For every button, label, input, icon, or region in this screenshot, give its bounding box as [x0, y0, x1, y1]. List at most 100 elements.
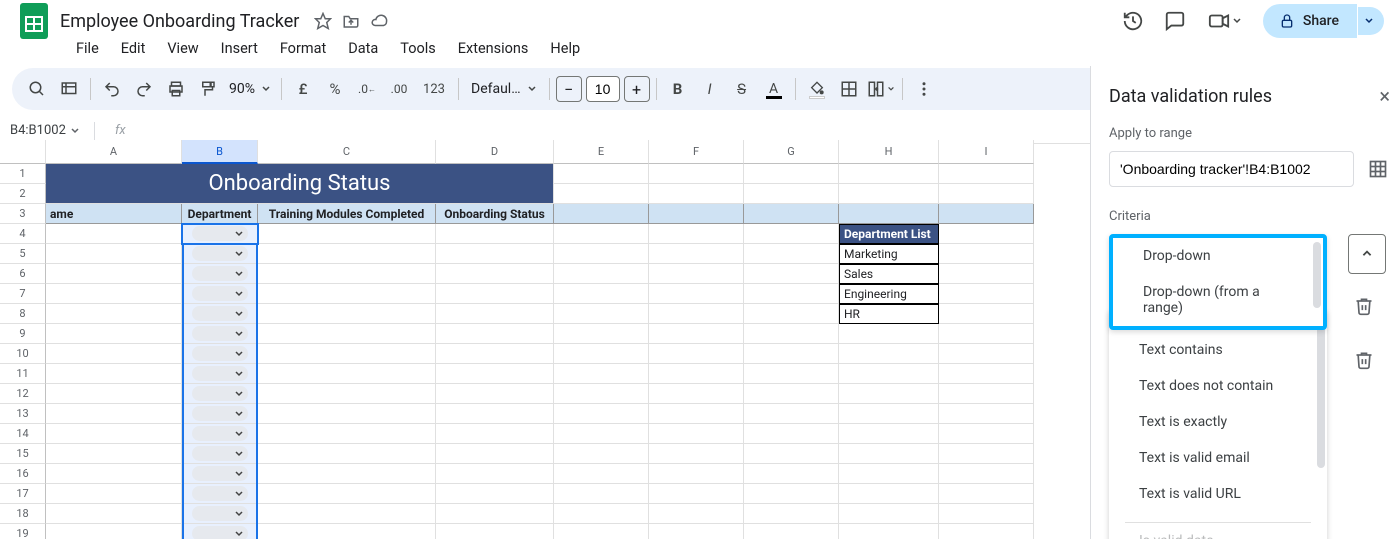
menu-view[interactable]: View — [157, 36, 208, 61]
menu-data[interactable]: Data — [338, 36, 388, 61]
col-header-i[interactable]: I — [939, 140, 1034, 164]
dropdown-chip[interactable] — [192, 346, 248, 361]
cell[interactable] — [744, 204, 839, 224]
cell[interactable] — [436, 424, 554, 444]
cell[interactable] — [258, 224, 436, 244]
search-menus-icon[interactable] — [22, 74, 52, 104]
select-all-corner[interactable] — [0, 140, 46, 164]
cell[interactable] — [744, 344, 839, 364]
cell[interactable] — [744, 244, 839, 264]
dropdown-chip[interactable] — [192, 246, 248, 261]
cell[interactable] — [554, 384, 649, 404]
row-header[interactable]: 11 — [0, 364, 46, 384]
more-formats-button[interactable]: 123 — [416, 74, 452, 104]
row-header[interactable]: 4 — [0, 224, 46, 244]
cell[interactable] — [649, 304, 744, 324]
cell[interactable] — [258, 484, 436, 504]
cell[interactable] — [182, 244, 258, 264]
cell[interactable] — [744, 504, 839, 524]
cell[interactable]: Marketing — [839, 244, 939, 264]
criteria-option-text-exactly[interactable]: Text is exactly — [1109, 404, 1327, 440]
cell[interactable] — [182, 284, 258, 304]
cell[interactable] — [939, 344, 1034, 364]
cell[interactable] — [46, 464, 182, 484]
cell[interactable] — [46, 344, 182, 364]
row-header[interactable]: 6 — [0, 264, 46, 284]
cell[interactable] — [744, 364, 839, 384]
dropdown-chip[interactable] — [192, 226, 248, 241]
cell[interactable] — [46, 364, 182, 384]
cell[interactable] — [649, 464, 744, 484]
cell[interactable] — [744, 404, 839, 424]
cell[interactable]: Department — [182, 204, 258, 224]
fill-color-icon[interactable] — [802, 74, 832, 104]
cell[interactable] — [258, 324, 436, 344]
row-header[interactable]: 3 — [0, 204, 46, 224]
row-header[interactable]: 16 — [0, 464, 46, 484]
cell[interactable] — [436, 224, 554, 244]
cell[interactable] — [839, 424, 939, 444]
cell[interactable] — [554, 524, 649, 539]
cell[interactable] — [744, 484, 839, 504]
row-header[interactable]: 5 — [0, 244, 46, 264]
cell[interactable] — [46, 324, 182, 344]
italic-icon[interactable]: I — [695, 74, 725, 104]
menu-format[interactable]: Format — [270, 36, 336, 61]
cell[interactable] — [46, 484, 182, 504]
cell[interactable] — [258, 304, 436, 324]
cell[interactable] — [554, 184, 649, 204]
row-header[interactable]: 8 — [0, 304, 46, 324]
cell[interactable] — [46, 424, 182, 444]
cell[interactable] — [258, 424, 436, 444]
cell[interactable] — [649, 264, 744, 284]
cell[interactable] — [554, 304, 649, 324]
col-header-c[interactable]: C — [258, 140, 436, 164]
cell[interactable] — [182, 464, 258, 484]
cell[interactable] — [436, 344, 554, 364]
criteria-option-valid-url[interactable]: Text is valid URL — [1109, 476, 1327, 512]
row-header[interactable]: 15 — [0, 444, 46, 464]
cell[interactable] — [554, 424, 649, 444]
cell[interactable] — [939, 444, 1034, 464]
criteria-collapse-icon[interactable] — [1348, 234, 1386, 274]
cell[interactable] — [182, 364, 258, 384]
cell[interactable] — [939, 364, 1034, 384]
cell[interactable] — [436, 244, 554, 264]
menu-tools[interactable]: Tools — [390, 36, 446, 61]
share-button[interactable]: Share — [1263, 4, 1357, 38]
criteria-option-dropdown-range[interactable]: Drop-down (from a range) — [1113, 274, 1323, 326]
cell[interactable] — [436, 404, 554, 424]
cell[interactable] — [182, 444, 258, 464]
cell[interactable] — [939, 484, 1034, 504]
spreadsheet[interactable]: A B C D E F G H I Onboarding Status 123a… — [0, 140, 1090, 539]
cell[interactable] — [939, 304, 1034, 324]
cell[interactable] — [46, 304, 182, 324]
cell[interactable]: Department List — [839, 224, 939, 244]
close-icon[interactable]: × — [1379, 84, 1392, 108]
cell[interactable] — [744, 284, 839, 304]
cell[interactable] — [258, 444, 436, 464]
cell[interactable] — [554, 224, 649, 244]
cell[interactable] — [436, 484, 554, 504]
redo-icon[interactable] — [129, 74, 159, 104]
cell[interactable] — [182, 404, 258, 424]
dropdown-chip[interactable] — [192, 366, 248, 381]
cell[interactable] — [46, 384, 182, 404]
cell[interactable] — [182, 424, 258, 444]
cell[interactable] — [939, 324, 1034, 344]
cell[interactable] — [839, 484, 939, 504]
cell[interactable] — [649, 524, 744, 539]
cell[interactable] — [258, 464, 436, 484]
cell[interactable] — [649, 404, 744, 424]
cell[interactable] — [744, 184, 839, 204]
cell[interactable]: Onboarding Status — [436, 204, 554, 224]
scrollbar[interactable] — [1313, 242, 1321, 308]
percent-icon[interactable]: % — [320, 74, 350, 104]
cell[interactable] — [46, 224, 182, 244]
cell[interactable] — [258, 284, 436, 304]
more-toolbar-icon[interactable] — [909, 74, 939, 104]
delete-option-icon[interactable] — [1354, 350, 1376, 372]
cell[interactable] — [182, 344, 258, 364]
select-range-icon[interactable] — [1364, 155, 1392, 183]
cell[interactable] — [258, 344, 436, 364]
